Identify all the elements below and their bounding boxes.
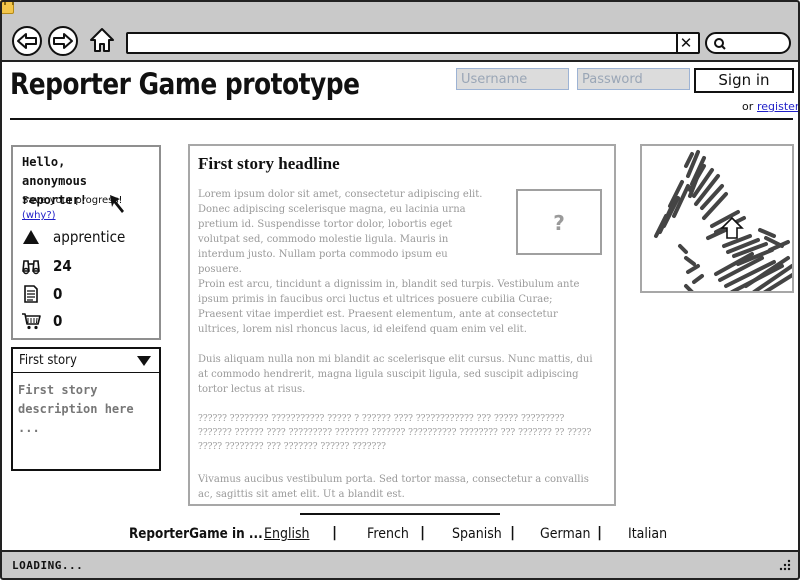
stat-value-purchases: 0 <box>53 312 63 330</box>
language-link-spanish[interactable]: Spanish <box>452 526 502 542</box>
footer-divider <box>300 513 500 515</box>
article-paragraph: Vivamus aucibus vestibulum porta. Sed to… <box>198 474 589 500</box>
stat-value-articles: 0 <box>53 285 63 303</box>
article-paragraph: Lorem ipsum dolor sit amet, consectetur … <box>198 189 483 275</box>
language-link-english[interactable]: English <box>264 526 310 542</box>
image-placeholder: ? <box>516 189 602 255</box>
language-separator: | <box>332 525 338 541</box>
address-bar[interactable]: ✕ <box>126 32 700 54</box>
binoculars-icon <box>22 260 40 275</box>
clear-url-icon[interactable]: ✕ <box>676 34 694 52</box>
document-icon <box>24 285 38 303</box>
sign-in-button[interactable]: Sign in <box>694 68 794 93</box>
header-divider <box>10 118 793 120</box>
register-link[interactable]: register <box>757 100 799 113</box>
rank-triangle-icon <box>23 230 39 244</box>
story-panel: First story First story description here… <box>11 347 161 471</box>
cart-icon <box>22 313 41 330</box>
search-icon <box>714 38 726 50</box>
home-button[interactable] <box>88 26 116 54</box>
language-separator: | <box>420 525 426 541</box>
browser-search-field[interactable] <box>705 32 791 54</box>
stat-row-purchases: 0 <box>21 311 63 331</box>
story-dropdown[interactable]: First story <box>13 349 159 373</box>
resize-grip-icon[interactable] <box>778 558 792 572</box>
story-article: First story headline ? Lorem ipsum dolor… <box>188 144 616 506</box>
article-paragraph: ?????? ???????? ??????????? ????? ? ????… <box>198 414 592 452</box>
stat-row-articles: 0 <box>21 284 63 304</box>
forward-arrow-icon <box>53 33 73 49</box>
story-dropdown-value: First story <box>19 353 77 368</box>
stat-row-clues: 24 <box>21 256 74 276</box>
player-profile-card: Hello, anonymous reporter! Save your pro… <box>11 145 161 340</box>
status-text: LOADING... <box>12 559 84 572</box>
language-prefix: ReporterGame in ... <box>129 526 263 542</box>
language-link-french[interactable]: French <box>367 526 409 542</box>
article-headline: First story headline <box>198 154 340 173</box>
browser-status-bar: LOADING... <box>2 550 798 578</box>
article-paragraph: Proin est arcu, tincidunt a dignissim in… <box>198 279 580 335</box>
image-placeholder-mark: ? <box>553 211 565 235</box>
language-separator: | <box>510 525 516 541</box>
page-title: Reporter Game prototype <box>10 67 360 101</box>
password-field[interactable] <box>577 68 690 90</box>
browser-toolbar: ✕ <box>2 2 798 62</box>
back-arrow-icon <box>17 33 37 49</box>
language-link-german[interactable]: German <box>540 526 590 542</box>
language-link-italian[interactable]: Italian <box>628 526 667 542</box>
lock-icon <box>0 0 14 14</box>
rank-row: apprentice <box>21 227 133 247</box>
stat-value-clues: 24 <box>53 257 72 275</box>
rank-label: apprentice <box>53 228 126 246</box>
why-link[interactable]: (why?) <box>22 210 56 221</box>
back-button[interactable] <box>12 26 42 56</box>
story-description: First story description here ... <box>18 383 134 435</box>
home-icon <box>90 28 114 52</box>
mouse-cursor-icon <box>110 195 124 213</box>
map-panel[interactable] <box>640 144 794 293</box>
map-sketch <box>654 150 792 291</box>
article-paragraph: Duis aliquam nulla non mi blandit ac sce… <box>198 354 593 395</box>
forward-button[interactable] <box>48 26 78 56</box>
language-separator: | <box>597 525 603 541</box>
or-label: or <box>742 100 754 113</box>
chevron-down-icon <box>137 356 151 366</box>
username-field[interactable] <box>456 68 569 90</box>
